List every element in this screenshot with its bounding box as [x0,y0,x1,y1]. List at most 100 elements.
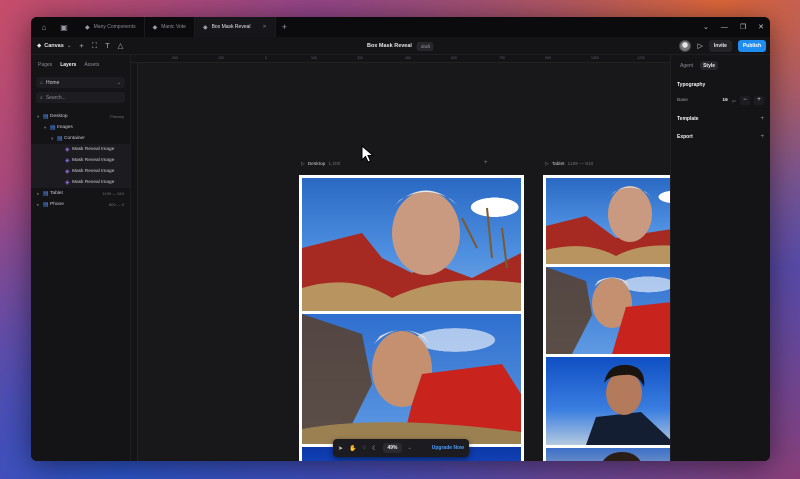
insert-icon[interactable]: + [79,41,83,50]
photo-image [546,448,670,461]
horizontal-ruler: -300 -150 0 150 300 450 600 750 900 1050 1200 [131,55,670,63]
portrait-artwork [302,190,521,311]
tab-layers[interactable]: Layers [60,62,76,68]
main-toolbar: ◆ Canvas ⌄ + ⛶ T △ Box Mask Reveal draft… [31,37,770,55]
portrait-artwork [546,267,670,354]
photo-image [546,178,670,264]
layer-mask-reveal-image[interactable]: ◈ Mask Reveal Image [31,177,130,188]
file-icon: ◆ [85,24,90,31]
avatar[interactable] [679,40,692,52]
portrait-artwork [603,452,641,461]
layer-tree: ▾ ▤ Desktop Primary ▾ ▤ Images ▾ ▤ Conta… [31,111,130,210]
file-icon: ◆ [202,24,208,31]
chevron-down-icon[interactable]: ⌄ [703,23,709,31]
base-font-size-value[interactable]: 16 [722,98,727,103]
frame-icon: ▤ [43,202,49,208]
photo-image [546,267,670,354]
layer-mask-reveal-image[interactable]: ◈ Mask Reveal Image [31,166,130,177]
frame-icon: ▤ [57,136,63,142]
component-icon: ◈ [65,169,70,175]
frame-icon: ▤ [43,114,49,120]
new-tab-icon[interactable]: + [282,22,287,32]
text-tool-icon[interactable]: T [105,41,110,50]
page-select[interactable]: ⌂ Home ⌄ [36,77,125,88]
pointer-icon[interactable]: ➤ [338,445,343,452]
tab-box-mask-reveal[interactable]: ◆ Box Mask Reveal ✕ [194,17,276,37]
base-font-size-row: Base 16 px − + [671,94,770,106]
app-window: ⌂ ▣ ◆ Many Components ◆ Manic Vote ◆ Box… [31,17,770,461]
preview-play-icon[interactable]: ▷ [697,42,702,50]
frame-tool-icon[interactable]: ⛶ [92,41,97,51]
minimize-icon[interactable]: — [721,24,728,31]
layers-panel: Pages Layers Assets ⌂ Home ⌄ ⌕ Search...… [31,55,131,461]
layer-mask-reveal-image[interactable]: ◈ Mask Reveal Image [31,155,130,166]
component-icon: ◈ [65,180,70,186]
search-icon: ⌕ [40,94,43,101]
title-bar: ⌂ ▣ ◆ Many Components ◆ Manic Vote ◆ Box… [31,17,770,37]
add-icon[interactable]: + [760,116,764,122]
hand-icon[interactable]: ✋ [349,445,356,452]
add-breakpoint-icon[interactable]: + [484,160,488,166]
tab-assets[interactable]: Assets [84,62,99,68]
canvas-menu-button[interactable]: ◆ Canvas ⌄ [37,43,71,49]
close-icon[interactable]: ✕ [758,23,764,31]
photo-image [546,357,670,445]
vector-tool-icon[interactable]: △ [118,41,124,50]
tablet-frame[interactable] [543,175,670,461]
frame-icon: ▤ [43,191,49,197]
play-icon: ▷ [545,162,549,167]
decrement-button[interactable]: − [740,95,750,105]
photo-image [302,178,521,311]
component-icon: ◈ [65,158,70,164]
inbox-icon[interactable]: ▣ [57,20,71,34]
mouse-cursor-icon [361,145,375,163]
home-icon[interactable]: ⌂ [37,20,51,34]
invite-button[interactable]: Invite [708,40,732,52]
status-badge: draft [416,41,434,51]
layer-mask-reveal-image[interactable]: ◈ Mask Reveal Image [31,144,130,155]
tab-many-components[interactable]: ◆ Many Components [77,17,145,37]
comment-icon[interactable]: ◌ [363,445,367,451]
search-input[interactable]: ⌕ Search... [36,92,125,103]
tab-style[interactable]: Style [700,61,719,70]
typography-section[interactable]: Typography [671,76,770,94]
portrait-artwork [586,364,670,445]
publish-button[interactable]: Publish [737,40,766,52]
chevron-down-icon[interactable]: ⌄ [408,445,412,451]
frame-label-tablet[interactable]: ▷ Tablet 1199 — 810 [545,162,593,167]
moon-icon[interactable]: ☾ [372,445,377,452]
photo-image [302,314,521,444]
zoom-level[interactable]: 49% [383,443,402,453]
file-icon: ◆ [152,24,158,31]
document-title[interactable]: Box Mask Reveal draft [367,37,434,55]
portrait-artwork [302,314,521,444]
layer-tablet[interactable]: ▸ ▤ Tablet 1199 — 810 [31,188,130,199]
logo-icon: ◆ [37,42,42,49]
template-section[interactable]: Template + [671,110,770,128]
upgrade-button[interactable]: Upgrade Now [432,445,464,451]
chevron-down-icon: ⌄ [116,79,121,86]
frame-icon: ▤ [50,125,56,131]
layer-phone[interactable]: ▸ ▤ Phone 809 — 0 [31,199,130,210]
design-canvas[interactable]: -300 -150 0 150 300 450 600 750 900 1050 1200 ▷… [131,55,670,461]
panel-tabs: Agent Style [671,55,770,70]
tab-agent[interactable]: Agent [677,61,696,70]
home-icon: ⌂ [40,79,44,86]
add-icon[interactable]: + [760,134,764,140]
desktop-frame[interactable] [299,175,524,461]
restore-icon[interactable]: ❐ [740,23,746,31]
chevron-down-icon: ⌄ [66,42,72,49]
layer-container[interactable]: ▾ ▤ Container [31,133,130,144]
layer-desktop[interactable]: ▾ ▤ Desktop Primary [31,111,130,122]
export-section[interactable]: Export + [671,128,770,146]
close-tab-icon[interactable]: ✕ [263,24,267,30]
vertical-ruler [131,63,138,461]
layer-images[interactable]: ▾ ▤ Images [31,122,130,133]
increment-button[interactable]: + [754,95,764,105]
frame-label-desktop[interactable]: ▷ Desktop 1,200 [301,162,340,167]
tab-manic-vote[interactable]: ◆ Manic Vote [145,17,195,37]
tab-pages[interactable]: Pages [38,62,52,68]
portrait-artwork [546,186,670,264]
play-icon: ▷ [301,162,305,167]
component-icon: ◈ [65,147,70,153]
